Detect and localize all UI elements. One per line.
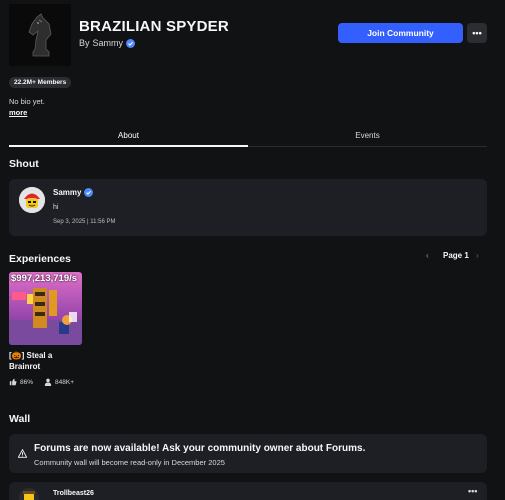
thumbnail-money-text: $997,213,719/s bbox=[11, 273, 78, 284]
forums-notice-title: Forums are now available! Ask your commu… bbox=[34, 443, 366, 454]
players-icon bbox=[44, 378, 52, 386]
shout-author: Sammy bbox=[53, 188, 94, 197]
page-indicator: Page 1 bbox=[443, 251, 469, 260]
forums-notice-subtitle: Community wall will become read-only in … bbox=[34, 458, 225, 467]
experience-thumbnail[interactable]: $997,213,719/s bbox=[9, 272, 82, 345]
experience-players: 848K+ bbox=[55, 378, 74, 386]
active-tab-indicator bbox=[9, 145, 248, 147]
experience-name[interactable]: [🎃] Steal a Brainrot bbox=[9, 350, 85, 372]
avatar-icon bbox=[19, 187, 45, 213]
members-count-badge: 22.2M+ Members bbox=[9, 77, 72, 88]
chess-knight-logo bbox=[9, 4, 71, 66]
experiences-heading: Experiences bbox=[9, 253, 71, 265]
community-bio: No bio yet. bbox=[9, 97, 45, 106]
shout-date: Sep 3, 2025 | 11:56 PM bbox=[53, 219, 116, 225]
join-community-button[interactable]: Join Community bbox=[338, 23, 463, 43]
tab-events[interactable]: Events bbox=[248, 124, 487, 146]
warning-icon bbox=[18, 449, 27, 458]
prev-page-button[interactable]: ‹ bbox=[426, 251, 429, 260]
owner-link[interactable]: Sammy bbox=[93, 38, 124, 48]
verified-badge-icon bbox=[84, 188, 94, 197]
bio-more-link[interactable]: more bbox=[9, 108, 27, 117]
next-page-button[interactable]: › bbox=[476, 251, 479, 260]
wall-heading: Wall bbox=[9, 413, 31, 425]
tab-about[interactable]: About bbox=[9, 124, 248, 146]
community-title: BRAZILIAN SPYDER bbox=[79, 18, 229, 35]
by-prefix: By bbox=[79, 38, 90, 48]
thumbs-up-icon bbox=[9, 378, 17, 386]
community-thumbnail bbox=[9, 4, 71, 66]
shout-heading: Shout bbox=[9, 158, 39, 170]
shout-author-avatar[interactable] bbox=[19, 187, 45, 213]
experience-stats: 86% 848K+ bbox=[9, 378, 74, 386]
wall-post-author[interactable]: Trollbeast26 bbox=[53, 490, 94, 497]
experience-rating: 86% bbox=[20, 378, 34, 386]
owner-byline: By Sammy bbox=[79, 38, 136, 48]
more-options-button[interactable]: ••• bbox=[467, 23, 487, 43]
shout-author-name[interactable]: Sammy bbox=[53, 188, 81, 197]
shout-message: hi bbox=[53, 204, 59, 211]
verified-badge-icon bbox=[126, 38, 136, 48]
wall-post-options-button[interactable]: ••• bbox=[468, 486, 477, 496]
